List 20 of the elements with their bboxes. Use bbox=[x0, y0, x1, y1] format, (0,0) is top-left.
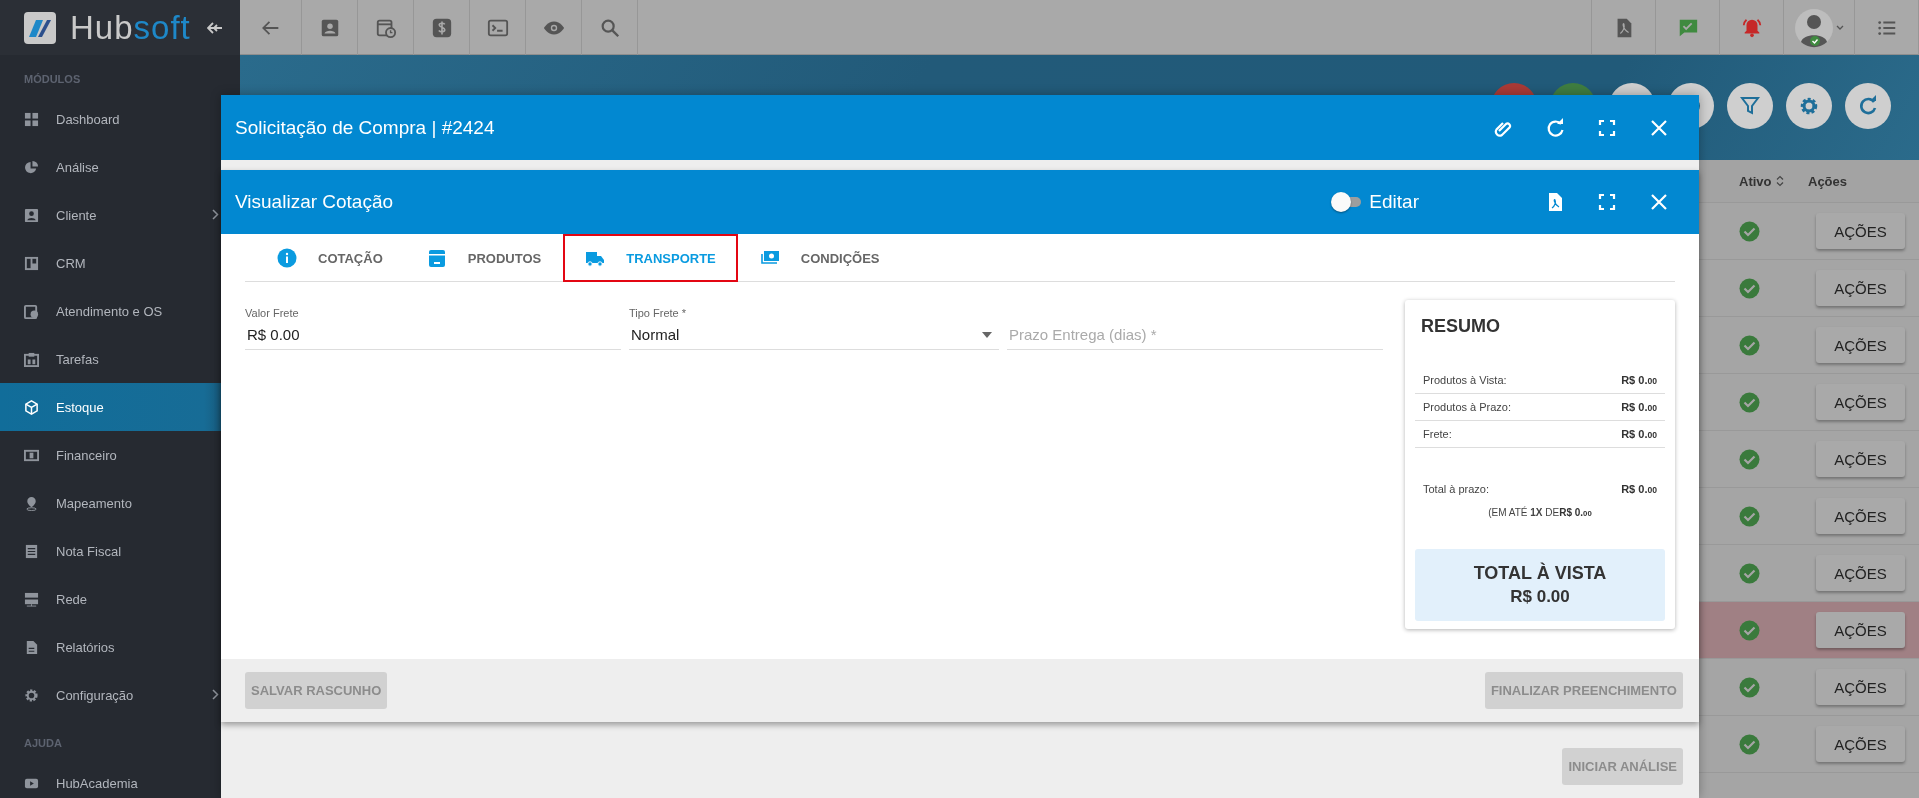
summary-label: Produtos à Prazo: bbox=[1423, 401, 1512, 413]
summary-label: Total à prazo: bbox=[1423, 483, 1490, 495]
total-amount: R$ 0.00 bbox=[1510, 587, 1570, 607]
logo-text: Hubsoft bbox=[70, 11, 191, 44]
summary-label: Produtos à Vista: bbox=[1423, 374, 1507, 386]
section-heading: AJUDA bbox=[23, 736, 63, 751]
summary-amount: R$ 0.00 bbox=[1621, 483, 1657, 495]
summary-amount: R$ 0.00 bbox=[1621, 401, 1657, 413]
summary-amount: R$ 0.00 bbox=[1621, 374, 1657, 386]
toggle-label: Editar bbox=[1369, 191, 1419, 213]
summary-amount: R$ 0.00 bbox=[1621, 428, 1657, 440]
dialog-title: Solicitação de Compra | #2424 bbox=[235, 116, 495, 139]
field-label: Valor Frete bbox=[245, 306, 300, 320]
dialog-title: Visualizar Cotação bbox=[235, 191, 394, 213]
summary-label: Frete: bbox=[1423, 428, 1452, 440]
total-label: TOTAL À VISTA bbox=[1473, 563, 1607, 584]
column-header: Ações bbox=[1808, 173, 1848, 189]
card-title: RESUMO bbox=[1420, 316, 1501, 337]
field-label: Tipo Frete * bbox=[629, 306, 688, 320]
section-heading: MÓDULOS bbox=[23, 72, 82, 87]
